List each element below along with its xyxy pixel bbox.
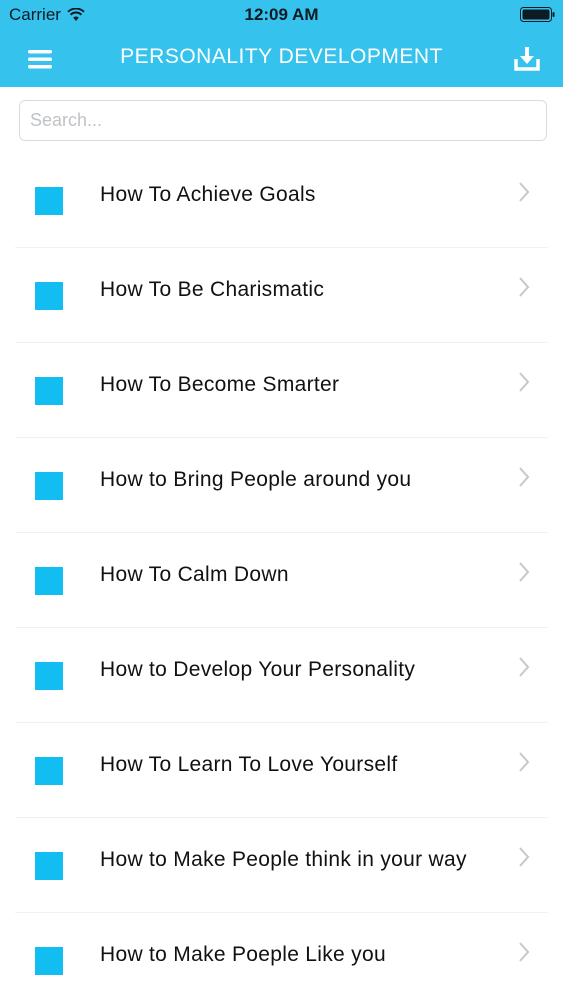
chevron-right-icon (519, 942, 530, 962)
list-item[interactable]: How To Achieve Goals (0, 153, 563, 248)
chevron-right-icon (519, 752, 530, 772)
status-time: 12:09 AM (244, 5, 319, 24)
item-square-icon (35, 377, 63, 405)
list-item[interactable]: How to Develop Your Personality (0, 628, 563, 723)
list-item-label: How to Develop Your Personality (100, 658, 416, 681)
download-button[interactable] (509, 42, 545, 76)
list-item[interactable]: How To Learn To Love Yourself (0, 723, 563, 818)
item-square-icon (35, 472, 63, 500)
list-item-label: How To Become Smarter (100, 373, 340, 396)
list-item-label: How to Make People think in your way (100, 848, 467, 871)
chevron-right-icon (519, 657, 530, 677)
list-item-label: How to Make Poeple Like you (100, 943, 386, 966)
navigation-bar: PERSONALITY DEVELOPMENT (0, 30, 563, 87)
list-item[interactable]: How To Become Smarter (0, 343, 563, 438)
list-item-label: How To Learn To Love Yourself (100, 753, 398, 776)
chevron-right-icon (519, 277, 530, 297)
list-item-label: How To Achieve Goals (100, 183, 316, 206)
list-item[interactable]: How To Be Charismatic (0, 248, 563, 343)
item-square-icon (35, 757, 63, 785)
item-square-icon (35, 852, 63, 880)
download-icon (514, 47, 540, 71)
chevron-right-icon (519, 182, 530, 202)
list-item[interactable]: How to Make People think in your way (0, 818, 563, 913)
item-square-icon (35, 662, 63, 690)
page-title: PERSONALITY DEVELOPMENT (120, 45, 443, 68)
top-bar: Carrier 12:09 AM PERSONALITY DEVELOPMENT (0, 0, 563, 87)
list-item[interactable]: How to Make Poeple Like you (0, 913, 563, 1000)
topic-list: How To Achieve Goals How To Be Charismati… (0, 153, 563, 1000)
item-square-icon (35, 282, 63, 310)
list-item-label: How to Bring People around you (100, 468, 412, 491)
app-screen: Carrier 12:09 AM PERSONALITY DEVELOPMENT… (0, 0, 563, 1000)
item-square-icon (35, 567, 63, 595)
list-item[interactable]: How To Calm Down (0, 533, 563, 628)
list-item-label: How To Calm Down (100, 563, 289, 586)
list-item-label: How To Be Charismatic (100, 278, 325, 301)
search-bar (19, 100, 547, 141)
chevron-right-icon (519, 467, 530, 487)
search-input[interactable] (19, 100, 547, 141)
chevron-right-icon (519, 562, 530, 582)
battery-icon (520, 7, 555, 22)
chevron-right-icon (519, 372, 530, 392)
chevron-right-icon (519, 847, 530, 867)
item-square-icon (35, 947, 63, 975)
item-square-icon (35, 187, 63, 215)
list-item[interactable]: How to Bring People around you (0, 438, 563, 533)
status-bar: Carrier 12:09 AM (0, 0, 563, 30)
